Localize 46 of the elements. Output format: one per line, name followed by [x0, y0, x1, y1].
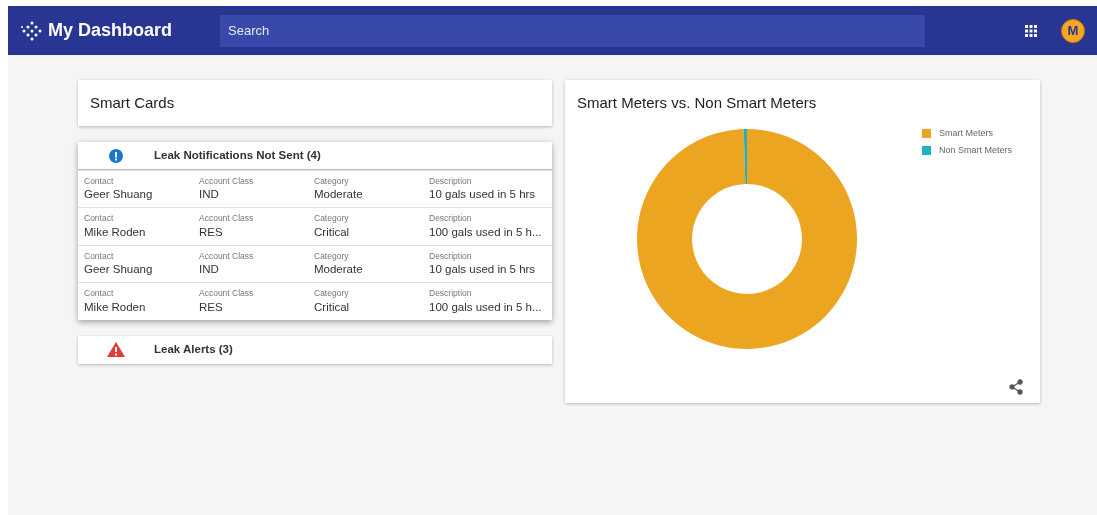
- chart-title: Smart Meters vs. Non Smart Meters: [577, 93, 818, 113]
- share-icon[interactable]: [1008, 379, 1024, 395]
- legend-item: Non Smart Meters: [921, 144, 1012, 158]
- section-header[interactable]: Leak Alerts (3): [78, 335, 552, 364]
- field-value: 10 gals used in 5 hrs: [429, 262, 537, 278]
- field-label: Description: [429, 288, 473, 299]
- apps-grid-icon[interactable]: [1025, 24, 1037, 37]
- field-label: Account Class: [199, 176, 255, 187]
- field-label: Contact: [84, 213, 115, 224]
- field-label: Category: [314, 213, 350, 224]
- field-value: Geer Shuang: [84, 262, 154, 278]
- field-label: Category: [314, 250, 350, 262]
- field-value: Mike Roden: [84, 224, 147, 240]
- field-label: Contact: [84, 176, 115, 187]
- field-label: Description: [429, 250, 473, 262]
- field-label: Account Class: [199, 288, 255, 299]
- field-value: Moderate: [314, 187, 364, 203]
- field-value: RES: [199, 224, 224, 240]
- section-header[interactable]: Leak Notifications Not Sent (4): [78, 142, 552, 170]
- field-label: Description: [429, 213, 473, 224]
- logo-icon: [20, 20, 44, 41]
- field-label: Account Class: [199, 250, 255, 262]
- info-icon: [109, 148, 123, 163]
- field-value: IND: [199, 187, 220, 203]
- field-value: Moderate: [314, 262, 364, 278]
- card-title: Smart Cards: [90, 92, 175, 113]
- field-label: Description: [429, 176, 473, 187]
- field-value: Geer Shuang: [84, 187, 154, 203]
- field-value: 100 gals used in 5 h...: [429, 224, 543, 240]
- app-title: My Dashboard: [48, 19, 173, 42]
- user-avatar[interactable]: M: [1061, 18, 1085, 43]
- field-label: Contact: [84, 250, 115, 262]
- field-value: RES: [199, 299, 224, 315]
- field-value: IND: [199, 262, 220, 278]
- field-label: Contact: [84, 288, 115, 299]
- field-label: Account Class: [199, 213, 255, 224]
- field-value: 10 gals used in 5 hrs: [429, 187, 537, 203]
- legend-item: Smart Meters: [921, 126, 1012, 140]
- field-value: Mike Roden: [84, 299, 147, 315]
- search-field[interactable]: Search: [220, 14, 926, 47]
- field-value: 100 gals used in 5 h...: [429, 299, 543, 315]
- field-label: Category: [314, 288, 350, 299]
- warning-icon: [107, 342, 125, 358]
- field-label: Category: [314, 176, 350, 187]
- field-value: Critical: [314, 224, 351, 240]
- field-value: Critical: [314, 299, 351, 315]
